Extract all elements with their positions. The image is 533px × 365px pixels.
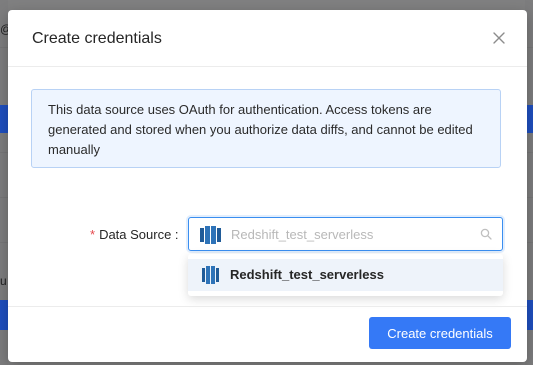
data-source-dropdown: Redshift_test_serverless	[188, 254, 503, 296]
dropdown-option[interactable]: Redshift_test_serverless	[188, 259, 503, 291]
close-icon	[493, 32, 505, 44]
modal-footer: Create credentials	[8, 306, 527, 363]
close-button[interactable]	[489, 28, 509, 48]
oauth-info-alert: This data source uses OAuth for authenti…	[31, 89, 501, 168]
redshift-icon	[202, 266, 219, 284]
create-credentials-modal: Create credentials This data source uses…	[8, 10, 527, 362]
data-source-select[interactable]: Redshift_test_serverless	[188, 217, 503, 251]
background-button-left-lower	[0, 300, 8, 330]
redshift-icon	[200, 226, 221, 244]
background-button-left	[0, 105, 8, 133]
data-source-label-text: Data Source :	[99, 227, 179, 242]
modal-title: Create credentials	[32, 30, 162, 47]
data-source-select-value: Redshift_test_serverless	[231, 227, 374, 242]
search-icon	[480, 228, 492, 240]
background-button-right-lower	[527, 300, 533, 330]
background-button-right	[527, 105, 533, 133]
required-marker: *	[90, 227, 96, 242]
background-text-fragment: u	[0, 274, 7, 288]
data-source-label: * Data Source :	[90, 227, 179, 242]
oauth-info-text: This data source uses OAuth for authenti…	[48, 102, 473, 157]
modal-header: Create credentials	[8, 10, 527, 67]
create-credentials-button[interactable]: Create credentials	[369, 317, 511, 349]
dropdown-option-label: Redshift_test_serverless	[230, 267, 384, 282]
